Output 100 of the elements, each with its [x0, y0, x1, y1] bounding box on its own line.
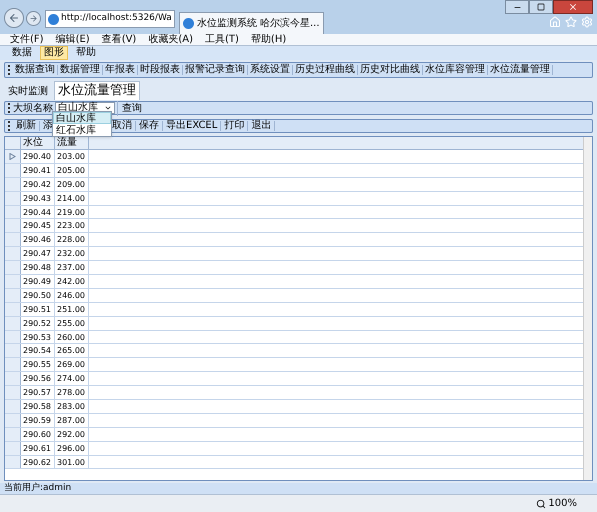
tab[interactable]: 实时监测: [4, 84, 52, 100]
table-cell: 260.00: [55, 330, 89, 344]
row-header[interactable]: [5, 386, 21, 400]
table-cell: 290.50: [21, 288, 55, 302]
table-cell: 290.45: [21, 219, 55, 232]
row-header[interactable]: [5, 400, 21, 413]
table-cell: 274.00: [55, 372, 89, 386]
action-button[interactable]: 打印: [221, 121, 248, 131]
action-button[interactable]: 保存: [136, 121, 163, 131]
table-cell: 228.00: [55, 233, 89, 246]
menu-item[interactable]: 工具(T): [205, 34, 239, 44]
dropdown-option[interactable]: 白山水库: [53, 112, 111, 124]
table-cell: 290.54: [21, 344, 55, 358]
table-cell: 237.00: [55, 261, 89, 274]
back-button[interactable]: [4, 8, 24, 28]
row-header[interactable]: [5, 358, 21, 372]
row-header[interactable]: [5, 233, 21, 246]
nav-button[interactable]: 系统设置: [248, 65, 293, 75]
table-cell: 223.00: [55, 219, 89, 232]
row-header[interactable]: [5, 164, 21, 177]
address-text: http://localhost:5326/Wa: [61, 12, 172, 26]
table-cell: 255.00: [55, 316, 89, 330]
nav-button[interactable]: 数据管理: [58, 65, 103, 75]
nav-button[interactable]: 报警记录查询: [183, 65, 248, 75]
table-cell: 287.00: [55, 414, 89, 427]
row-header[interactable]: [5, 275, 21, 288]
row-header[interactable]: [5, 150, 21, 163]
table-cell: 265.00: [55, 344, 89, 358]
app-menu-item[interactable]: 帮助: [72, 46, 100, 60]
close-button[interactable]: [553, 0, 593, 14]
table-cell: 290.56: [21, 372, 55, 386]
row-header[interactable]: [5, 261, 21, 274]
settings-icon[interactable]: [581, 16, 593, 28]
tab-title: 水位监测系统 哈尔滨今星...: [196, 16, 320, 31]
row-header[interactable]: [5, 372, 21, 386]
row-header[interactable]: [5, 316, 21, 330]
nav-button[interactable]: 水位库容管理: [423, 65, 488, 75]
row-header[interactable]: [5, 288, 21, 302]
tab[interactable]: 水位流量管理: [54, 81, 140, 100]
home-icon[interactable]: [549, 16, 561, 28]
zoom-level[interactable]: 100%: [548, 496, 577, 511]
table-cell: 251.00: [55, 302, 89, 316]
nav-button[interactable]: 年报表: [103, 65, 138, 75]
close-icon: [568, 2, 578, 12]
row-header[interactable]: [5, 456, 21, 468]
menu-item[interactable]: 收藏夹(A): [148, 34, 193, 44]
maximize-button[interactable]: [529, 0, 553, 14]
table-cell: 203.00: [55, 150, 89, 163]
nav-button[interactable]: 时段报表: [138, 65, 183, 75]
row-header[interactable]: [5, 330, 21, 344]
nav-button[interactable]: 历史过程曲线: [293, 65, 358, 75]
table-cell: 290.59: [21, 414, 55, 427]
forward-button[interactable]: [26, 10, 41, 26]
table-cell: 290.48: [21, 261, 55, 274]
caret-icon: [104, 104, 112, 112]
row-header[interactable]: [5, 442, 21, 455]
table-cell: 301.00: [55, 456, 89, 468]
app-menu-item[interactable]: 图形: [40, 46, 68, 60]
table-cell: 209.00: [55, 178, 89, 191]
row-header[interactable]: [5, 192, 21, 205]
table-cell: 290.52: [21, 316, 55, 330]
nav-button[interactable]: 历史对比曲线: [358, 65, 423, 75]
action-button[interactable]: 导出EXCEL: [163, 121, 222, 131]
table-cell: 290.53: [21, 330, 55, 344]
table-cell: 290.41: [21, 164, 55, 177]
row-header[interactable]: [5, 219, 21, 232]
action-button[interactable]: 退出: [248, 121, 276, 131]
row-header[interactable]: [5, 344, 21, 358]
globe-icon: [48, 14, 59, 24]
menu-item[interactable]: 帮助(H): [250, 34, 286, 44]
address-field[interactable]: http://localhost:5326/Wa: [45, 10, 175, 28]
table-cell: 290.57: [21, 386, 55, 400]
table-cell: 290.58: [21, 400, 55, 413]
menu-item[interactable]: 查看(V): [102, 34, 136, 44]
row-header[interactable]: [5, 206, 21, 218]
table-cell: 290.60: [21, 428, 55, 441]
app-menu-item[interactable]: 数据: [8, 46, 36, 60]
nav-button[interactable]: 数据查询: [13, 65, 58, 75]
star-icon[interactable]: [565, 16, 577, 28]
menu-item[interactable]: 编辑(E): [56, 34, 90, 44]
row-header[interactable]: [5, 414, 21, 427]
query-button[interactable]: 查询: [117, 100, 146, 116]
browser-tab[interactable]: 水位监测系统 哈尔滨今星...: [178, 12, 324, 34]
table-cell: 290.42: [21, 178, 55, 191]
table-cell: 290.43: [21, 192, 55, 205]
table-cell: 290.61: [21, 442, 55, 455]
scrollbar[interactable]: [583, 137, 592, 480]
table-cell: 292.00: [55, 428, 89, 441]
forward-icon: [29, 14, 38, 22]
menu-item[interactable]: 文件(F): [10, 34, 44, 44]
row-header[interactable]: [5, 247, 21, 260]
table-cell: 296.00: [55, 442, 89, 455]
row-header[interactable]: [5, 178, 21, 191]
table-cell: 278.00: [55, 386, 89, 400]
row-header[interactable]: [5, 302, 21, 316]
nav-button[interactable]: 水位流量管理: [488, 65, 553, 75]
action-button[interactable]: 刷新: [13, 121, 40, 131]
row-header[interactable]: [5, 428, 21, 441]
maximize-icon: [537, 3, 545, 11]
globe-icon: [182, 18, 194, 29]
